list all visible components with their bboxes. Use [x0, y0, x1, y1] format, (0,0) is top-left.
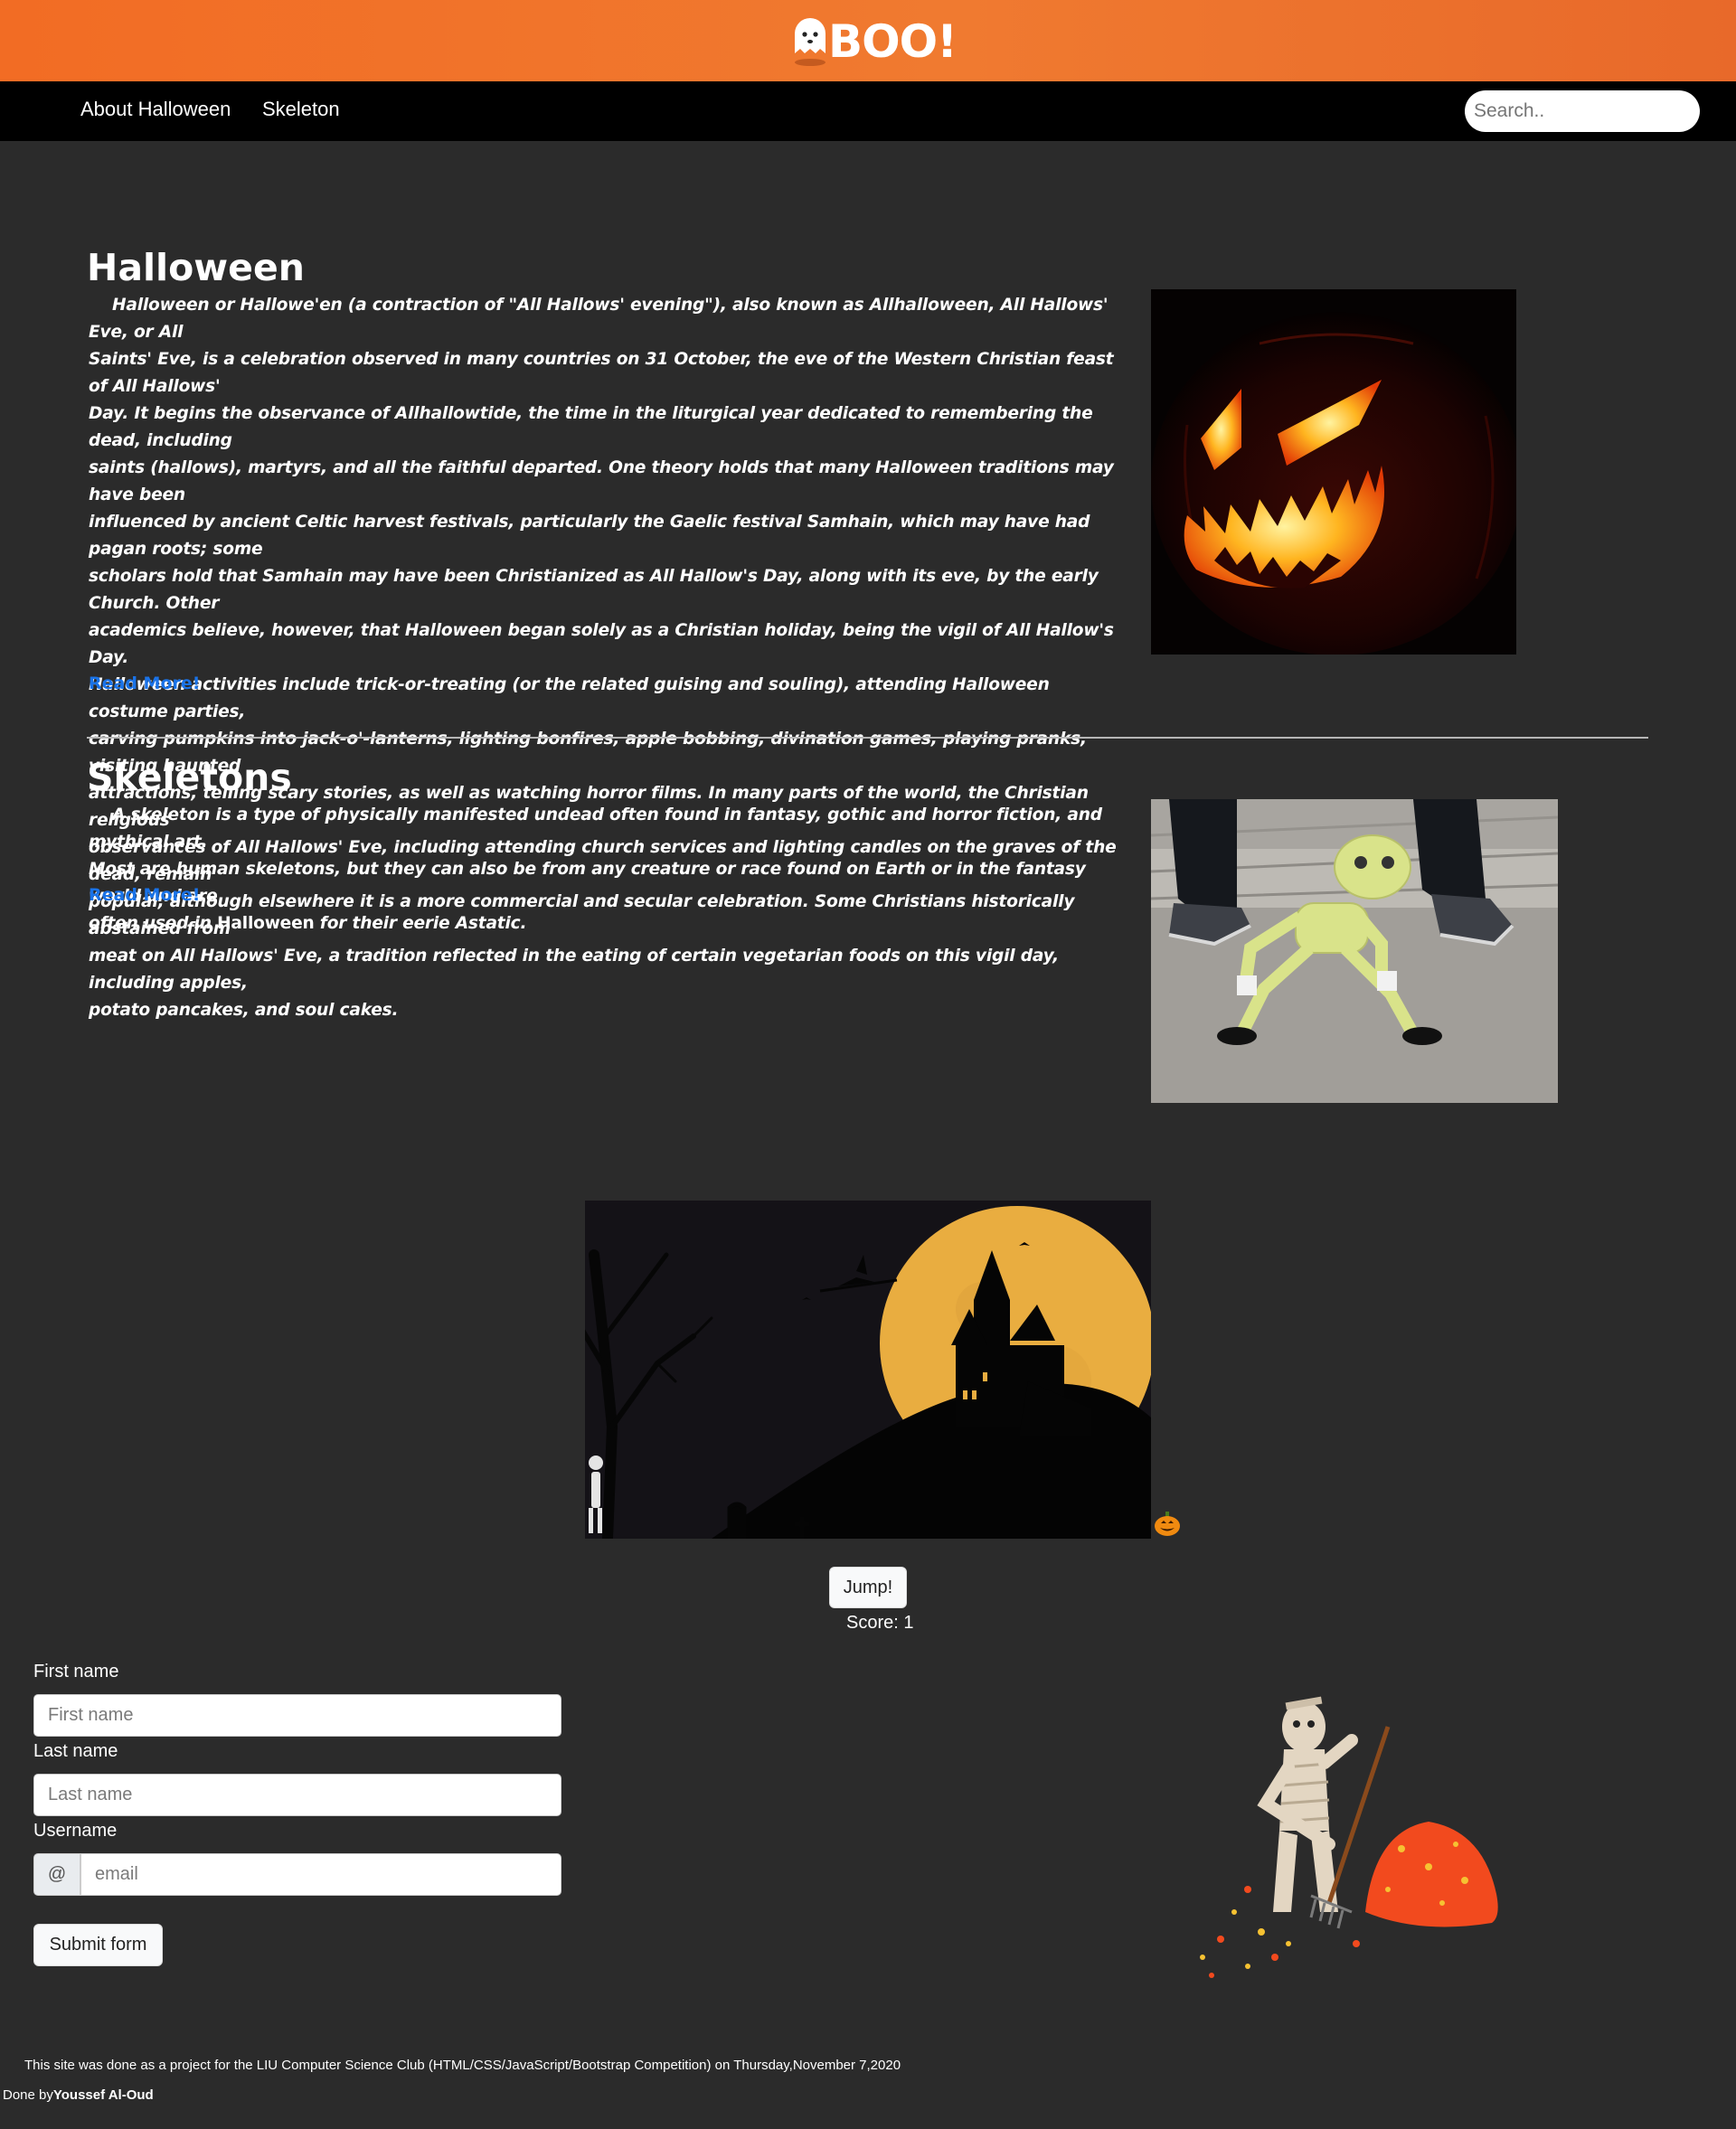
- username-label: Username: [33, 1821, 118, 1841]
- pumpkin-icon[interactable]: [1153, 1509, 1182, 1538]
- skeletons-title: Skeletons: [87, 756, 292, 799]
- author-name: Youssef Al-Oud: [52, 2087, 154, 2103]
- section-divider: [87, 737, 1648, 739]
- at-symbol-prefix: @: [33, 1853, 80, 1896]
- halloween-line: potato pancakes, and soul cakes.: [89, 1001, 399, 1020]
- logo-text: BOO!: [828, 15, 958, 68]
- nav-skeleton[interactable]: Skeleton: [262, 98, 340, 121]
- ghost-icon: [795, 18, 826, 66]
- top-header-bar: BOO!: [0, 0, 1736, 81]
- halloween-line: scholars hold that Samhain may have been…: [89, 567, 1099, 613]
- last-name-input[interactable]: [33, 1774, 561, 1816]
- mummy-raking-leaves-image: [1194, 1686, 1510, 1984]
- site-logo[interactable]: BOO!: [792, 13, 958, 71]
- first-name-input[interactable]: [33, 1694, 561, 1737]
- dancing-skeleton-image: [1151, 799, 1558, 1103]
- halloween-line: saints (hallows), martyrs, and all the f…: [89, 458, 1114, 504]
- submit-form-button[interactable]: Submit form: [33, 1924, 163, 1966]
- last-name-label: Last name: [33, 1741, 118, 1761]
- halloween-line: Day. It begins the observance of Allhall…: [89, 404, 1093, 450]
- skeletons-paragraph: A skeleton is a type of physically manif…: [89, 805, 1102, 933]
- jack-o-lantern-image: [1151, 289, 1516, 655]
- halloween-line: influenced by ancient Celtic harvest fes…: [89, 513, 1090, 559]
- halloween-line: meat on All Hallows' Eve, a tradition re…: [89, 947, 1059, 993]
- score-display: Score: 1: [846, 1613, 914, 1633]
- halloween-line: Halloween or Hallowe'en (a contraction o…: [89, 296, 1109, 342]
- jump-button[interactable]: Jump!: [829, 1567, 907, 1608]
- halloween-read-more-link[interactable]: Read More!: [89, 674, 200, 693]
- halloween-line: Saints' Eve, is a celebration observed i…: [89, 350, 1114, 396]
- email-input[interactable]: [80, 1853, 561, 1896]
- halloween-title: Halloween: [87, 246, 305, 289]
- skeletons-read-more-link[interactable]: Read More!: [89, 885, 200, 905]
- footer-credits: This site was done as a project for the …: [24, 2058, 901, 2073]
- halloween-line: Halloween activities include trick-or-tr…: [89, 675, 1050, 721]
- search-input[interactable]: [1465, 90, 1700, 132]
- first-name-label: First name: [33, 1662, 119, 1682]
- halloween-line: academics believe, however, that Hallowe…: [89, 621, 1114, 667]
- nav-about-halloween[interactable]: About Halloween: [80, 98, 231, 121]
- footer-author: Done byYoussef Al-Oud: [3, 2087, 154, 2103]
- haunted-castle-scene[interactable]: [585, 1201, 1151, 1539]
